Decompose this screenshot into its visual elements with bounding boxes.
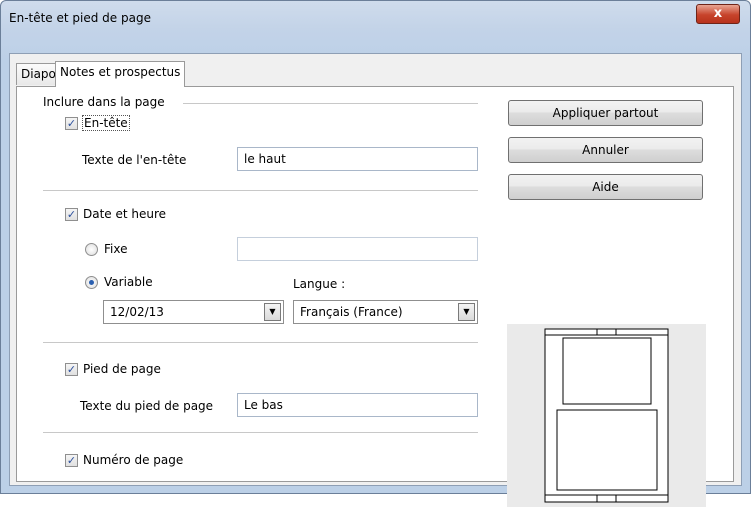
page-number-checkbox[interactable]: ✓	[65, 454, 78, 467]
window-title: En-tête et pied de page	[9, 11, 151, 25]
tab-notes-et-prospectus[interactable]: Notes et prospectus	[55, 61, 186, 87]
check-icon: ✓	[66, 454, 77, 467]
fixed-date-field[interactable]	[237, 237, 478, 261]
group-separator	[183, 103, 478, 104]
separator	[43, 342, 478, 343]
chevron-down-icon[interactable]: ▼	[458, 303, 475, 321]
header-text-field[interactable]: le haut	[237, 147, 478, 171]
date-format-value: 12/02/13	[110, 305, 164, 319]
datetime-checkbox[interactable]: ✓	[65, 208, 78, 221]
close-icon: x	[713, 6, 723, 21]
footer-checkbox-label[interactable]: Pied de page	[83, 362, 161, 376]
page-preview	[507, 324, 706, 507]
date-format-select[interactable]: 12/02/13 ▼	[103, 300, 284, 324]
check-icon: ✓	[66, 208, 77, 221]
header-checkbox[interactable]: ✓	[65, 117, 78, 130]
close-button[interactable]: x	[696, 4, 740, 24]
check-icon: ✓	[66, 363, 77, 376]
footer-checkbox[interactable]: ✓	[65, 363, 78, 376]
datetime-checkbox-label[interactable]: Date et heure	[83, 207, 166, 221]
footer-text-label: Texte du pied de page	[80, 399, 214, 413]
chevron-down-icon[interactable]: ▼	[264, 303, 281, 321]
separator	[43, 190, 478, 191]
dialog-body: Diapo Notes et prospectus Inclure dans l…	[9, 53, 742, 507]
variable-radio-label[interactable]: Variable	[104, 275, 153, 289]
language-value: Français (France)	[300, 305, 403, 319]
header-checkbox-label[interactable]: En-tête	[82, 115, 130, 131]
tab-label: Diapo	[21, 67, 56, 81]
header-text-label: Texte de l'en-tête	[82, 153, 187, 167]
title-bar[interactable]: En-tête et pied de page x	[1, 1, 750, 53]
tab-panel: Inclure dans la page ✓ En-tête Texte de …	[16, 86, 734, 507]
separator	[43, 432, 478, 433]
cancel-button[interactable]: Annuler	[508, 137, 703, 163]
fixed-radio-label[interactable]: Fixe	[104, 242, 127, 256]
notes-page-preview-icon	[544, 328, 669, 503]
apply-all-button[interactable]: Appliquer partout	[508, 100, 703, 126]
language-select[interactable]: Français (France) ▼	[293, 300, 478, 324]
language-label: Langue :	[293, 277, 346, 291]
dialog-window: En-tête et pied de page x Diapo Notes et…	[0, 0, 751, 507]
footer-text-field[interactable]: Le bas	[237, 393, 478, 417]
fixed-radio[interactable]	[85, 243, 98, 256]
check-icon: ✓	[66, 117, 77, 130]
help-button[interactable]: Aide	[508, 174, 703, 200]
group-label: Inclure dans la page	[43, 95, 165, 109]
page-number-checkbox-label[interactable]: Numéro de page	[83, 453, 183, 467]
variable-radio[interactable]	[85, 276, 98, 289]
tab-label: Notes et prospectus	[60, 65, 181, 79]
